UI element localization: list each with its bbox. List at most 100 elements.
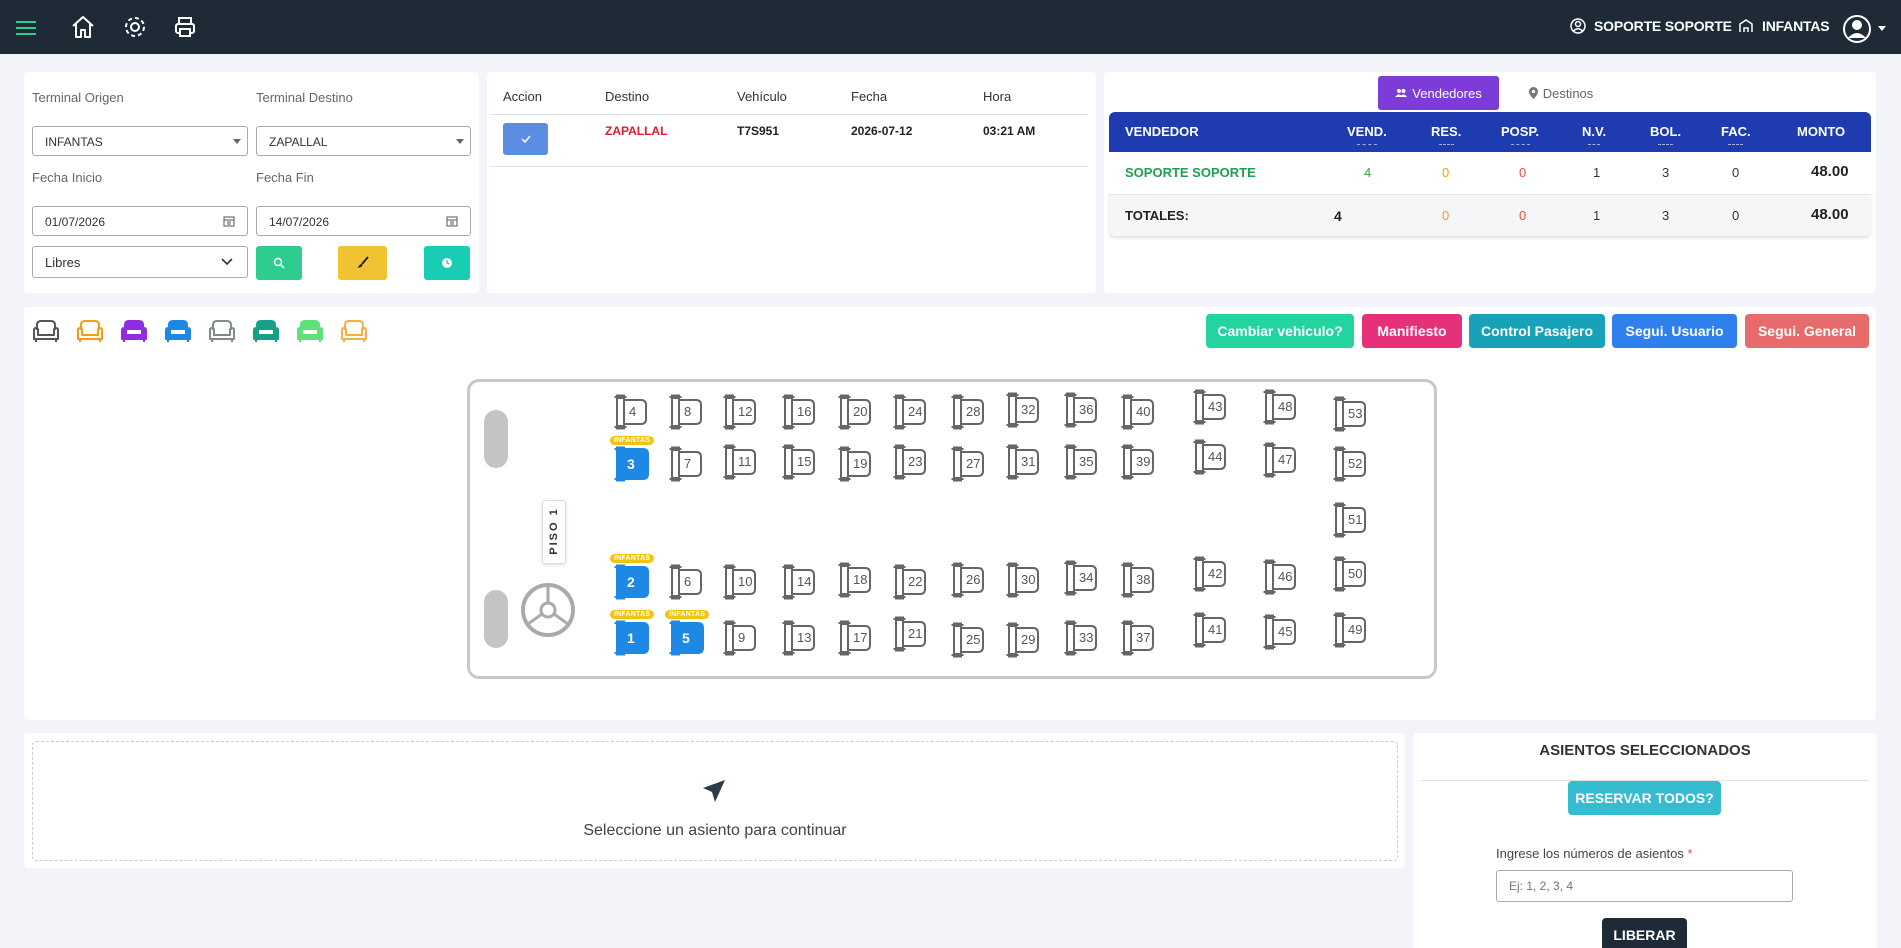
seat-number: 2	[627, 574, 635, 590]
calendar-icon[interactable]	[446, 215, 458, 227]
seat-1[interactable]: 1 INFANTAS	[610, 610, 655, 658]
liberar-button[interactable]: LIBERAR	[1602, 918, 1687, 948]
trip-select-button[interactable]	[503, 123, 548, 155]
seat-numbers-input[interactable]	[1496, 870, 1793, 902]
seat-24[interactable]: 24	[892, 392, 928, 432]
seat-3[interactable]: 3 INFANTAS	[610, 436, 655, 484]
estado-select[interactable]: Libres	[32, 246, 248, 278]
seat-38[interactable]: 38	[1120, 560, 1156, 600]
seat-46[interactable]: 46	[1262, 557, 1298, 597]
menu-icon[interactable]	[13, 14, 39, 40]
seat-19[interactable]: 19	[837, 444, 873, 484]
seat-5[interactable]: 5 INFANTAS	[665, 610, 710, 658]
seat-18[interactable]: 18	[837, 560, 873, 600]
fecha-fin-input[interactable]: 14/07/2026	[256, 206, 471, 236]
segui-general-button[interactable]: Segui. General	[1745, 314, 1869, 348]
history-button[interactable]	[424, 246, 470, 280]
seat-35[interactable]: 35	[1063, 442, 1099, 482]
seat-7[interactable]: 7	[668, 444, 704, 484]
tab-vendedores[interactable]: Vendedores	[1378, 76, 1499, 110]
seat-17[interactable]: 17	[837, 618, 873, 658]
profile-dropdown[interactable]	[1842, 14, 1886, 44]
seat-terminal-badge: INFANTAS	[610, 610, 655, 619]
seat-42[interactable]: 42	[1192, 554, 1228, 594]
seat-number: 8	[684, 404, 692, 419]
manifiesto-button[interactable]: Manifiesto	[1362, 314, 1462, 348]
terminal-menu[interactable]: INFANTAS	[1738, 18, 1830, 34]
seat-9[interactable]: 9	[722, 618, 758, 658]
seat-40[interactable]: 40	[1120, 392, 1156, 432]
seat-6[interactable]: 6	[668, 562, 704, 602]
trip-vehiculo: T7S951	[737, 124, 780, 138]
seat-41[interactable]: 41	[1192, 610, 1228, 650]
origen-value: INFANTAS	[45, 135, 103, 149]
seat-10[interactable]: 10	[722, 562, 758, 602]
chevron-down-icon	[1878, 26, 1886, 31]
seat-number: 16	[797, 404, 812, 419]
seat-33[interactable]: 33	[1063, 618, 1099, 658]
seat-number: 4	[629, 404, 637, 419]
seat-50[interactable]: 50	[1332, 554, 1368, 594]
seat-47[interactable]: 47	[1262, 440, 1298, 480]
seat-31[interactable]: 31	[1005, 442, 1041, 482]
fecha-inicio-input[interactable]: 01/07/2026	[32, 206, 248, 236]
selection-prompt-text: Seleccione un asiento para continuar	[583, 822, 847, 839]
home-icon[interactable]	[70, 14, 96, 40]
seat-15[interactable]: 15	[781, 442, 817, 482]
seat-30[interactable]: 30	[1005, 560, 1041, 600]
seat-45[interactable]: 45	[1262, 612, 1298, 652]
vendor-vend: 4	[1364, 165, 1372, 180]
search-button[interactable]	[256, 246, 302, 280]
seat-21[interactable]: 21	[892, 614, 928, 654]
print-icon[interactable]	[172, 14, 198, 40]
seat-34[interactable]: 34	[1063, 558, 1099, 598]
col-fecha: Fecha	[851, 89, 888, 104]
seat-13[interactable]: 13	[781, 618, 817, 658]
seat-26[interactable]: 26	[950, 560, 986, 600]
seat-2[interactable]: 2 INFANTAS	[610, 554, 655, 602]
seat-53[interactable]: 53	[1332, 394, 1368, 434]
seat-43[interactable]: 43	[1192, 387, 1228, 427]
seat-52[interactable]: 52	[1332, 444, 1368, 484]
gear-icon[interactable]	[122, 14, 148, 40]
seat-51[interactable]: 51	[1332, 500, 1368, 540]
seat-22[interactable]: 22	[892, 562, 928, 602]
reservar-todos-button[interactable]: RESERVAR TODOS?	[1568, 781, 1721, 815]
bus-layout: PISO 1 1 INFANTAS 2 INFANTAS 3 INFANTAS 4 5 INFA…	[467, 379, 1437, 679]
seat-16[interactable]: 16	[781, 392, 817, 432]
vendor-nv: 1	[1593, 165, 1601, 180]
seat-terminal-badge: INFANTAS	[610, 436, 655, 445]
seat-49[interactable]: 49	[1332, 610, 1368, 650]
seat-37[interactable]: 37	[1120, 618, 1156, 658]
seat-44[interactable]: 44	[1192, 437, 1228, 477]
seat-4[interactable]: 4	[613, 392, 649, 432]
seat-23[interactable]: 23	[892, 442, 928, 482]
origen-select[interactable]: INFANTAS	[32, 126, 248, 156]
col-accion: Accion	[503, 89, 543, 104]
control-pasajero-button[interactable]: Control Pasajero	[1469, 314, 1605, 348]
seat-12[interactable]: 12	[722, 392, 758, 432]
seat-27[interactable]: 27	[950, 444, 986, 484]
seat-36[interactable]: 36	[1063, 390, 1099, 430]
cambiar-vehiculo-button[interactable]: Cambiar vehiculo?	[1206, 314, 1354, 348]
seat-11[interactable]: 11	[722, 442, 758, 482]
seat-8[interactable]: 8	[668, 392, 704, 432]
clear-button[interactable]	[338, 246, 387, 280]
seat-20[interactable]: 20	[837, 392, 873, 432]
seat-39[interactable]: 39	[1120, 442, 1156, 482]
user-menu[interactable]: SOPORTE SOPORTE	[1570, 18, 1732, 34]
seat-32[interactable]: 32	[1005, 390, 1041, 430]
destino-select[interactable]: ZAPALLAL	[256, 126, 471, 156]
col-monto: MONTO	[1797, 124, 1846, 139]
seat-number: 28	[966, 404, 981, 419]
seat-48[interactable]: 48	[1262, 387, 1298, 427]
seat-14[interactable]: 14	[781, 562, 817, 602]
tab-destinos[interactable]: Destinos	[1511, 76, 1611, 110]
seat-29[interactable]: 29	[1005, 620, 1041, 660]
calendar-icon[interactable]	[223, 215, 235, 227]
seat-number: 43	[1208, 399, 1223, 414]
col-bol: BOL.	[1650, 124, 1682, 145]
seat-25[interactable]: 25	[950, 620, 986, 660]
seat-28[interactable]: 28	[950, 392, 986, 432]
segui-usuario-button[interactable]: Segui. Usuario	[1612, 314, 1737, 348]
